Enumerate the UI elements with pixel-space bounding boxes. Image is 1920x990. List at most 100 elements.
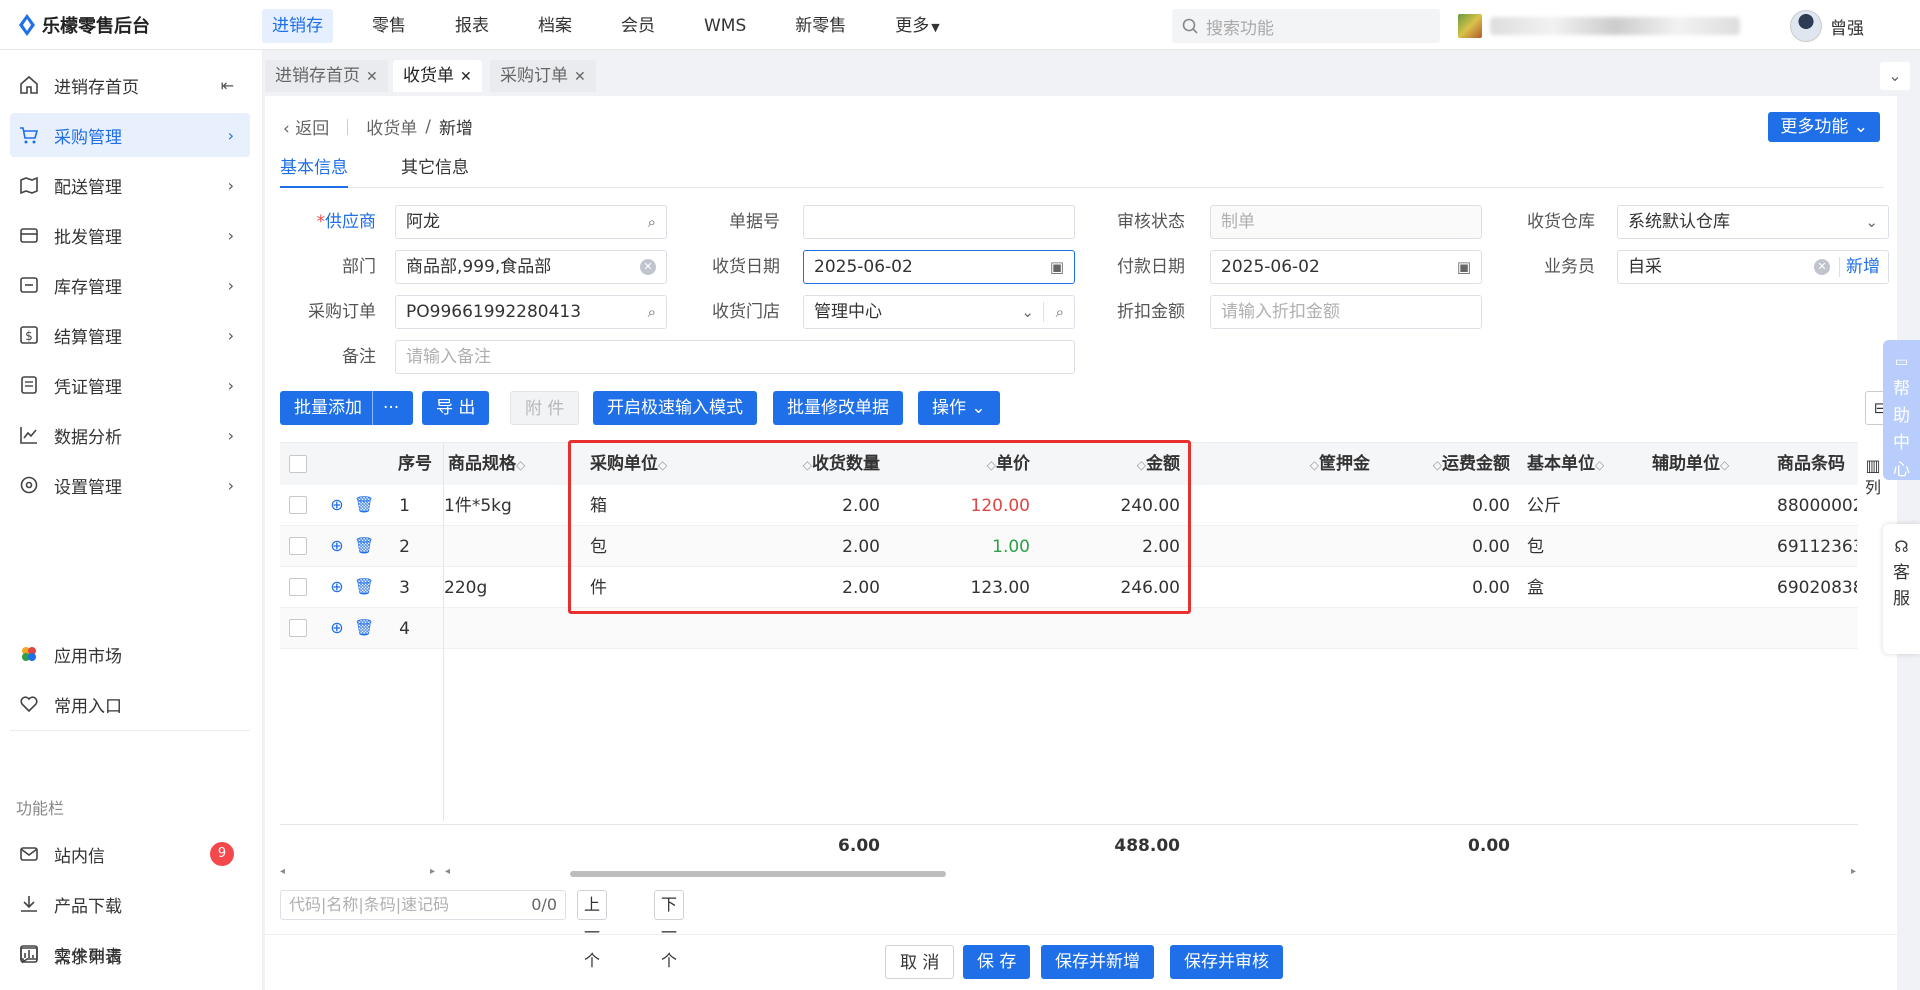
sidebar-item-messages[interactable]: 站内信 9 bbox=[10, 832, 250, 876]
tab-home[interactable]: 进销存首页 ✕ bbox=[265, 60, 388, 92]
collapse-sidebar-icon[interactable]: ⇤ bbox=[221, 76, 234, 95]
batch-add-button[interactable]: 批量添加 ··· bbox=[280, 391, 414, 425]
cell-spec[interactable]: 1件*5kg bbox=[444, 485, 544, 527]
row-checkbox[interactable] bbox=[289, 619, 307, 637]
tabs-dropdown-button[interactable]: ⌄ bbox=[1880, 62, 1910, 90]
supplier-field[interactable]: 阿龙 ⌕ bbox=[395, 205, 667, 239]
department-field[interactable]: 商品部,999,食品部 ✕ bbox=[395, 250, 667, 284]
delete-row-icon[interactable]: 🗑 bbox=[354, 496, 374, 514]
sidebar-item-app-market[interactable]: 应用市场 bbox=[10, 632, 250, 676]
next-match-button[interactable]: 下一个 bbox=[654, 890, 685, 970]
topmenu-item[interactable]: 报表 bbox=[445, 9, 499, 43]
scroll-right-icon[interactable]: ▸ bbox=[1851, 866, 1856, 877]
topmenu-item[interactable]: 新零售 bbox=[785, 9, 856, 43]
column-side-label[interactable]: ▥ 列 bbox=[1862, 455, 1884, 499]
more-dots-icon[interactable]: ··· bbox=[372, 391, 399, 425]
topmenu-item[interactable]: 会员 bbox=[611, 9, 665, 43]
header-spec[interactable]: 商品规格◇ bbox=[448, 443, 538, 485]
discount-field[interactable]: 请输入折扣金额 bbox=[1210, 295, 1482, 329]
clear-icon[interactable]: ✕ bbox=[640, 259, 656, 275]
sidebar-item-requests-visible[interactable]: 需求申请 bbox=[10, 933, 250, 977]
sidebar-item-wholesale[interactable]: 批发管理 › bbox=[10, 213, 250, 257]
sidebar-item-settings[interactable]: 设置管理 › bbox=[10, 463, 250, 507]
remark-field[interactable]: 请输入备注 bbox=[395, 340, 1075, 374]
topmenu-item[interactable]: 零售 bbox=[362, 9, 416, 43]
search-icon[interactable]: ⌕ bbox=[1056, 296, 1064, 328]
cell-freight[interactable]: 0.00 bbox=[1390, 526, 1510, 568]
close-icon[interactable]: ✕ bbox=[366, 69, 378, 85]
cell-spec[interactable] bbox=[444, 526, 544, 568]
prev-match-button[interactable]: 上一个 bbox=[577, 890, 608, 970]
search-input[interactable]: 搜索功能 bbox=[1172, 9, 1440, 43]
calendar-icon[interactable]: ▣ bbox=[1050, 251, 1064, 283]
save-and-audit-button[interactable]: 保存并审核 bbox=[1170, 945, 1283, 979]
scroll-right-icon[interactable]: ▸ bbox=[430, 866, 435, 877]
doc-no-field[interactable] bbox=[803, 205, 1075, 239]
topmenu-item[interactable]: 档案 bbox=[528, 9, 582, 43]
save-button[interactable]: 保 存 bbox=[963, 945, 1031, 979]
add-row-icon[interactable]: ⊕ bbox=[328, 578, 346, 596]
operate-dropdown-button[interactable]: 操作 ⌄ bbox=[918, 391, 1000, 425]
sidebar-item-home[interactable]: 进销存首页 ⇤ bbox=[10, 63, 250, 107]
attachment-button[interactable]: 附 件 bbox=[510, 391, 580, 425]
tab-other-info[interactable]: 其它信息 bbox=[401, 154, 469, 188]
sidebar-item-analytics[interactable]: 数据分析 › bbox=[10, 413, 250, 457]
sidebar-item-settlement[interactable]: $ 结算管理 › bbox=[10, 313, 250, 357]
sidebar-item-downloads[interactable]: 产品下载 bbox=[10, 882, 250, 926]
more-functions-button[interactable]: 更多功能 ⌄ bbox=[1768, 112, 1880, 142]
close-icon[interactable]: ✕ bbox=[574, 69, 586, 85]
clear-icon[interactable]: ✕ bbox=[1814, 259, 1830, 275]
grid-search-input[interactable]: 代码|名称|条码|速记码 0/0 bbox=[280, 890, 566, 920]
topmenu-item[interactable]: WMS bbox=[694, 9, 756, 43]
salesman-field[interactable]: 自采 ✕ 新增 bbox=[1617, 250, 1889, 284]
store-select[interactable]: 管理中心 ⌄ ⌕ bbox=[803, 295, 1075, 329]
calendar-icon[interactable]: ▣ bbox=[1457, 251, 1471, 283]
cancel-button[interactable]: 取 消 bbox=[885, 945, 955, 979]
sidebar-item-delivery[interactable]: 配送管理 › bbox=[10, 163, 250, 207]
topmenu-item[interactable]: 进销存 bbox=[262, 9, 333, 43]
table-row[interactable]: ⊕ 🗑 4 bbox=[280, 608, 1858, 649]
header-aux-unit[interactable]: 辅助单位◇ bbox=[1652, 443, 1752, 485]
header-deposit[interactable]: ◇筐押金 bbox=[1280, 443, 1370, 485]
scroll-left-icon[interactable]: ◂ bbox=[280, 866, 285, 877]
user-menu[interactable]: 曾强 bbox=[1790, 10, 1864, 42]
sidebar-item-inventory[interactable]: 库存管理 › bbox=[10, 263, 250, 307]
warehouse-select[interactable]: 系统默认仓库 ⌄ bbox=[1617, 205, 1889, 239]
header-freight[interactable]: ◇运费金额 bbox=[1405, 443, 1510, 485]
header-base-unit[interactable]: 基本单位◇ bbox=[1527, 443, 1627, 485]
sidebar-item-purchase[interactable]: 采购管理 › bbox=[10, 113, 250, 157]
horizontal-scrollbar[interactable]: ◂ ▸ ◂ ▸ bbox=[280, 866, 1858, 880]
delete-row-icon[interactable]: 🗑 bbox=[354, 619, 374, 637]
select-all-checkbox[interactable] bbox=[289, 455, 307, 473]
customer-service-float[interactable]: ☊ 客 服 bbox=[1883, 524, 1920, 654]
receive-date-field[interactable]: 2025-06-02 ▣ bbox=[803, 250, 1075, 284]
batch-edit-button[interactable]: 批量修改单据 bbox=[773, 391, 903, 425]
help-center-float[interactable]: ▭ 帮 助 中 心 bbox=[1883, 340, 1920, 480]
search-icon[interactable]: ⌕ bbox=[648, 296, 656, 328]
cell-freight[interactable]: 0.00 bbox=[1390, 485, 1510, 527]
delete-row-icon[interactable]: 🗑 bbox=[354, 537, 374, 555]
sidebar-item-voucher[interactable]: 凭证管理 › bbox=[10, 363, 250, 407]
delete-row-icon[interactable]: 🗑 bbox=[354, 578, 374, 596]
save-and-new-button[interactable]: 保存并新增 bbox=[1041, 945, 1154, 979]
add-row-icon[interactable]: ⊕ bbox=[328, 496, 346, 514]
shop-info[interactable] bbox=[1458, 14, 1740, 38]
sidebar-item-favorites[interactable]: 常用入口 bbox=[10, 682, 250, 726]
purchase-order-field[interactable]: PO99661992280413 ⌕ bbox=[395, 295, 667, 329]
search-icon[interactable]: ⌕ bbox=[648, 206, 656, 238]
tab-receipt[interactable]: 收货单 ✕ bbox=[393, 60, 482, 92]
add-salesman-link[interactable]: 新增 bbox=[1846, 251, 1880, 283]
back-link[interactable]: ‹ 返回 bbox=[283, 114, 329, 139]
scrollbar-thumb[interactable] bbox=[570, 871, 946, 877]
scroll-left-icon[interactable]: ◂ bbox=[445, 866, 450, 877]
fast-input-mode-button[interactable]: 开启极速输入模式 bbox=[593, 391, 757, 425]
cell-spec[interactable]: 220g bbox=[444, 567, 544, 609]
pay-date-field[interactable]: 2025-06-02 ▣ bbox=[1210, 250, 1482, 284]
add-row-icon[interactable]: ⊕ bbox=[328, 537, 346, 555]
app-logo[interactable]: 乐檬零售后台 bbox=[18, 12, 150, 38]
row-checkbox[interactable] bbox=[289, 496, 307, 514]
topmenu-more[interactable]: 更多 ▼ bbox=[885, 9, 949, 43]
breadcrumb-parent[interactable]: 收货单 bbox=[366, 114, 417, 139]
row-checkbox[interactable] bbox=[289, 537, 307, 555]
add-row-icon[interactable]: ⊕ bbox=[328, 619, 346, 637]
